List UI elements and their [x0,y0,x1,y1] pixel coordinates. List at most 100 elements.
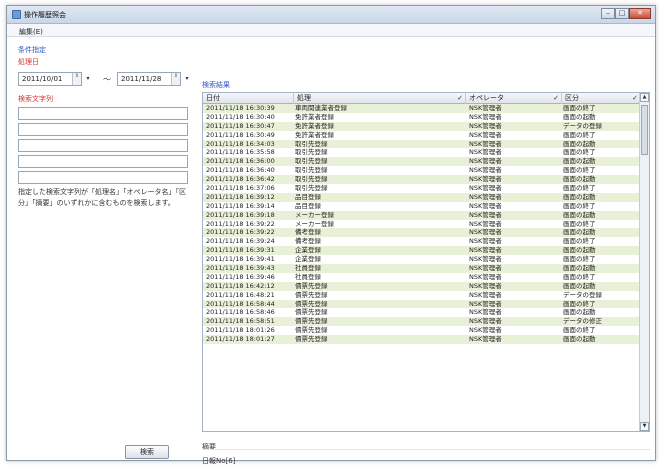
app-icon [12,10,21,19]
table-row[interactable]: 2011/11/18 16:30:40 免許業者登録 NSK管理者 画面の起動 [203,113,640,122]
cell-kind: 画面の終了 [563,255,596,264]
keyword-input-2[interactable] [18,123,188,136]
filter-icon[interactable]: ✓ [553,93,559,104]
cell-operator: NSK管理者 [469,175,502,184]
cell-kind: 画面の終了 [563,104,596,112]
cell-process: メーカー登録 [295,210,334,219]
table-row[interactable]: 2011/11/18 16:58:51 債票先登録 NSK管理者 データの修正 [203,317,640,327]
header-process-label: 処理 [297,94,311,102]
filter-icon[interactable]: ✓ [457,93,463,104]
cell-kind: 画面の終了 [563,219,596,228]
table-row[interactable]: 2011/11/18 16:36:00 取引先登録 NSK管理者 画面の起動 [203,157,640,167]
date-to-spin-icon[interactable]: ⇕ [171,73,180,85]
date-label: 処理日 [18,58,39,66]
cell-kind: 画面の起動 [563,210,596,219]
table-row[interactable]: 2011/11/18 16:58:44 債票先登録 NSK管理者 画面の終了 [203,299,640,309]
table-row[interactable]: 2011/11/18 16:58:46 債票先登録 NSK管理者 画面の起動 [203,308,640,317]
cell-process: 取引先登録 [295,166,328,175]
minimize-button[interactable]: – [601,8,615,19]
header-process[interactable]: 処理 ✓ [294,93,466,104]
header-operator[interactable]: オペレータ ✓ [466,93,562,104]
cell-date: 2011/11/18 16:39:14 [206,201,275,210]
cell-kind: 画面の終了 [563,130,596,139]
window-controls: – □ ✕ [601,8,651,20]
cell-operator: NSK管理者 [469,255,502,264]
table-row[interactable]: 2011/11/18 16:39:22 メーカー登録 NSK管理者 画面の終了 [203,220,640,229]
date-to-value: 2011/11/28 [121,75,162,83]
table-row[interactable]: 2011/11/18 16:48:21 債票先登録 NSK管理者 データの登録 [203,291,640,300]
table-row[interactable]: 2011/11/18 16:39:31 企業登録 NSK管理者 画面の起動 [203,246,640,256]
cell-operator: NSK管理者 [469,210,502,219]
cell-date: 2011/11/18 16:48:21 [206,290,275,299]
summary-label: 摘要 [202,443,216,451]
table-row[interactable]: 2011/11/18 16:39:18 メーカー登録 NSK管理者 画面の起動 [203,210,640,220]
cell-kind: 画面の起動 [563,308,596,317]
header-kind[interactable]: 区分 ✓ [562,93,640,104]
cell-operator: NSK管理者 [469,192,502,201]
date-from-dropdown-icon[interactable]: ▾ [83,72,93,86]
scroll-down-icon[interactable]: ▼ [640,422,649,431]
cell-operator: NSK管理者 [469,246,502,255]
cell-process: 取引先登録 [295,148,328,157]
cell-process: 債票先登録 [295,281,328,290]
cell-operator: NSK管理者 [469,112,502,121]
table-row[interactable]: 2011/11/18 16:39:24 備考登録 NSK管理者 画面の終了 [203,237,640,246]
table-row[interactable]: 2011/11/18 16:39:46 社員登録 NSK管理者 画面の終了 [203,273,640,282]
table-row[interactable]: 2011/11/18 18:01:26 債票先登録 NSK管理者 画面の終了 [203,326,640,335]
scroll-thumb[interactable] [641,105,648,155]
header-date[interactable]: 日付 [203,93,294,104]
table-row[interactable]: 2011/11/18 16:30:47 免許業者登録 NSK管理者 データの登録 [203,121,640,131]
vertical-scrollbar[interactable]: ▲ ▼ [639,93,649,431]
cell-date: 2011/11/18 16:36:00 [206,157,275,166]
keyword-input-1[interactable] [18,107,188,120]
cell-operator: NSK管理者 [469,326,502,335]
date-to-dropdown-icon[interactable]: ▾ [182,72,192,86]
table-row[interactable]: 2011/11/18 18:01:27 債票先登録 NSK管理者 画面の起動 [203,335,640,345]
table-row[interactable]: 2011/11/18 16:42:12 債票先登録 NSK管理者 画面の起動 [203,281,640,291]
cell-operator: NSK管理者 [469,184,502,193]
table-row[interactable]: 2011/11/18 16:39:22 備考登録 NSK管理者 画面の起動 [203,228,640,238]
cell-date: 2011/11/18 16:39:18 [206,210,275,219]
table-row[interactable]: 2011/11/18 16:39:43 社員登録 NSK管理者 画面の起動 [203,264,640,273]
keyword-input-3[interactable] [18,139,188,152]
cell-date: 2011/11/18 16:39:24 [206,237,275,246]
cell-kind: 画面の終了 [563,299,596,308]
menu-edit[interactable]: 編集(E) [19,27,43,37]
table-row[interactable]: 2011/11/18 16:39:12 品目登録 NSK管理者 画面の起動 [203,192,640,202]
filter-icon[interactable]: ✓ [632,93,638,104]
summary-divider [202,449,650,450]
keyword-input-5[interactable] [18,171,188,184]
table-row[interactable]: 2011/11/18 16:30:49 免許業者登録 NSK管理者 画面の終了 [203,131,640,140]
table-row[interactable]: 2011/11/18 16:39:41 企業登録 NSK管理者 画面の終了 [203,255,640,264]
cell-date: 2011/11/18 16:42:12 [206,281,275,290]
cell-date: 2011/11/18 16:58:46 [206,308,275,317]
maximize-button[interactable]: □ [615,8,629,19]
cell-process: 債票先登録 [295,290,328,299]
cell-process: 債票先登録 [295,335,328,344]
table-row[interactable]: 2011/11/18 16:35:58 取引先登録 NSK管理者 画面の終了 [203,148,640,157]
close-button[interactable]: ✕ [629,8,651,19]
cell-date: 2011/11/18 16:39:31 [206,246,275,255]
table-row[interactable]: 2011/11/18 16:37:06 取引先登録 NSK管理者 画面の終了 [203,184,640,193]
cell-kind: 画面の起動 [563,112,596,121]
search-button[interactable]: 検索 [125,445,169,459]
table-row[interactable]: 2011/11/18 16:36:42 取引先登録 NSK管理者 画面の起動 [203,175,640,185]
header-date-label: 日付 [206,94,220,102]
date-to-field[interactable]: 2011/11/28 ⇕ [117,72,181,86]
date-from-field[interactable]: 2011/10/01 ⇕ [18,72,82,86]
table-row[interactable]: 2011/11/18 16:34:03 取引先登録 NSK管理者 画面の起動 [203,139,640,149]
table-row[interactable]: 2011/11/18 16:39:14 品目登録 NSK管理者 画面の終了 [203,202,640,211]
date-from-spin-icon[interactable]: ⇕ [72,73,81,85]
cell-date: 2011/11/18 16:30:40 [206,112,275,121]
cell-kind: 画面の終了 [563,201,596,210]
cell-kind: データの登録 [563,121,602,130]
scroll-up-icon[interactable]: ▲ [640,93,649,102]
keyword-input-4[interactable] [18,155,188,168]
table-row[interactable]: 2011/11/18 16:30:39 車両関連業者登録 NSK管理者 画面の終了 [203,104,640,113]
cell-kind: 画面の起動 [563,175,596,184]
cell-kind: 画面の終了 [563,184,596,193]
table-row[interactable]: 2011/11/18 16:36:40 取引先登録 NSK管理者 画面の終了 [203,166,640,175]
cell-process: 取引先登録 [295,175,328,184]
cell-date: 2011/11/18 16:58:44 [206,299,275,308]
cell-process: 免許業者登録 [295,121,334,130]
